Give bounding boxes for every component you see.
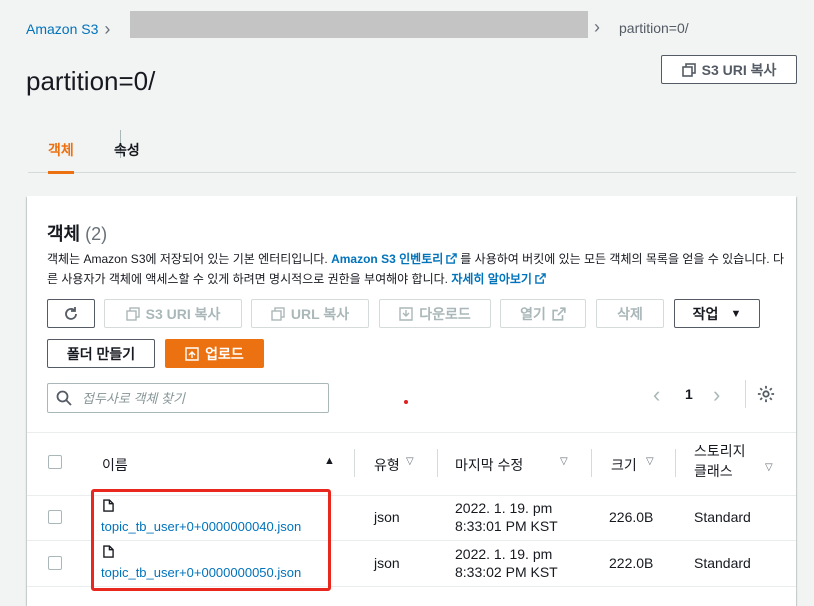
- pager-divider: [745, 380, 746, 408]
- description-text: 객체는 Amazon S3에 저장되어 있는 기본 엔터티입니다.: [47, 252, 332, 266]
- tab-bar: 객체 속성: [28, 128, 796, 174]
- column-header-size[interactable]: 크기: [611, 455, 637, 475]
- chevron-right-icon: ›: [594, 17, 600, 37]
- column-header-name[interactable]: 이름: [102, 455, 128, 475]
- actions-dropdown-button[interactable]: 작업 ▼: [674, 299, 760, 328]
- column-divider: [437, 449, 438, 477]
- column-header-last-modified[interactable]: 마지막 수정: [455, 455, 523, 475]
- next-page-icon[interactable]: ›: [713, 382, 720, 408]
- refresh-button[interactable]: [47, 299, 95, 328]
- object-last-modified: 2022. 1. 19. pm 8:33:01 PM KST: [455, 499, 558, 535]
- tab-objects[interactable]: 객체: [48, 128, 74, 174]
- search-input[interactable]: [80, 389, 324, 407]
- tab-objects-label: 객체: [48, 142, 74, 158]
- page-title: partition=0/: [26, 66, 156, 96]
- external-link-icon: [535, 273, 546, 284]
- storage-class-line1: 스토리지: [694, 443, 746, 459]
- delete-button-label: 삭제: [617, 305, 643, 322]
- chevron-right-icon: ›: [104, 19, 111, 39]
- copy-s3-uri-header-button[interactable]: S3 URI 복사: [661, 55, 797, 84]
- column-divider: [591, 449, 592, 477]
- object-size: 226.0B: [609, 509, 654, 525]
- copy-s3-uri-button[interactable]: S3 URI 복사: [104, 299, 242, 328]
- sort-ascending-icon[interactable]: ▲: [324, 455, 335, 467]
- open-button-label: 열기: [520, 305, 546, 322]
- object-storage-class: Standard: [694, 555, 751, 571]
- modified-date: 2022. 1. 19. pm: [455, 500, 553, 516]
- object-type: json: [374, 555, 400, 571]
- upload-button[interactable]: 업로드: [165, 339, 264, 368]
- breadcrumb-redacted-bucket[interactable]: [130, 11, 588, 38]
- download-icon: [399, 306, 413, 321]
- objects-count: (2): [85, 224, 108, 244]
- copy-url-button-label: URL 복사: [290, 305, 350, 322]
- object-last-modified: 2022. 1. 19. pm 8:33:02 PM KST: [455, 545, 558, 581]
- refresh-icon: [65, 306, 77, 320]
- objects-title-text: 객체: [47, 224, 81, 244]
- select-all-checkbox[interactable]: [48, 455, 62, 469]
- column-divider: [675, 449, 676, 477]
- breadcrumb-current: partition=0/: [619, 20, 689, 36]
- column-header-storage-class[interactable]: 스토리지 클래스: [694, 441, 746, 481]
- modified-time: 8:33:01 PM KST: [455, 518, 558, 534]
- column-divider: [354, 449, 355, 477]
- external-link-icon: [446, 253, 458, 264]
- modified-date: 2022. 1. 19. pm: [455, 546, 553, 562]
- create-folder-button[interactable]: 폴더 만들기: [47, 339, 155, 368]
- delete-button[interactable]: 삭제: [596, 299, 664, 328]
- row-checkbox[interactable]: [48, 510, 62, 524]
- copy-icon: [271, 306, 285, 321]
- red-dot-marker: [404, 400, 408, 404]
- sort-icon[interactable]: ▽: [406, 456, 414, 467]
- search-icon: [56, 390, 72, 406]
- learn-more-link[interactable]: 자세히 알아보기: [451, 272, 532, 286]
- breadcrumb: Amazon S3 ›: [26, 19, 116, 39]
- create-folder-button-label: 폴더 만들기: [66, 345, 136, 362]
- objects-panel-title: 객체 (2): [47, 220, 107, 246]
- upload-button-label: 업로드: [205, 345, 244, 362]
- table-header: 이름 ▲ 유형 ▽ 마지막 수정 ▽ 크기 ▽ 스토리지 클래스 ▽: [27, 432, 796, 496]
- copy-s3-uri-label: S3 URI 복사: [701, 61, 777, 78]
- tab-properties-label: 속성: [114, 142, 140, 158]
- external-link-icon: [552, 306, 566, 321]
- upload-icon: [185, 346, 199, 361]
- sort-icon[interactable]: ▽: [765, 462, 773, 473]
- row-checkbox[interactable]: [48, 556, 62, 570]
- highlight-annotation-box: [91, 489, 331, 591]
- tab-properties[interactable]: 속성: [114, 128, 140, 172]
- object-type: json: [374, 509, 400, 525]
- search-box[interactable]: [47, 383, 329, 413]
- sort-icon[interactable]: ▽: [646, 456, 654, 467]
- storage-class-line2: 클래스: [694, 463, 733, 479]
- objects-description: 객체는 Amazon S3에 저장되어 있는 기본 엔터티입니다. Amazon…: [47, 249, 787, 289]
- download-button[interactable]: 다운로드: [379, 299, 491, 328]
- caret-down-icon: ▼: [730, 307, 742, 320]
- actions-button-label: 작업: [692, 305, 719, 322]
- object-storage-class: Standard: [694, 509, 751, 525]
- copy-url-button[interactable]: URL 복사: [251, 299, 369, 328]
- prev-page-icon[interactable]: ‹: [653, 382, 660, 408]
- copy-icon: [681, 62, 696, 77]
- current-page-number[interactable]: 1: [685, 386, 693, 402]
- modified-time: 8:33:02 PM KST: [455, 564, 558, 580]
- inventory-link[interactable]: Amazon S3 인벤토리: [331, 252, 443, 266]
- settings-gear-icon[interactable]: [757, 385, 775, 403]
- download-button-label: 다운로드: [419, 305, 471, 322]
- copy-icon: [125, 306, 140, 321]
- sort-icon[interactable]: ▽: [560, 456, 568, 467]
- object-size: 222.0B: [609, 555, 654, 571]
- copy-s3-uri-button-label: S3 URI 복사: [145, 305, 221, 322]
- open-button[interactable]: 열기: [500, 299, 586, 328]
- breadcrumb-amazon-s3[interactable]: Amazon S3: [26, 21, 98, 37]
- column-header-type[interactable]: 유형: [374, 455, 400, 475]
